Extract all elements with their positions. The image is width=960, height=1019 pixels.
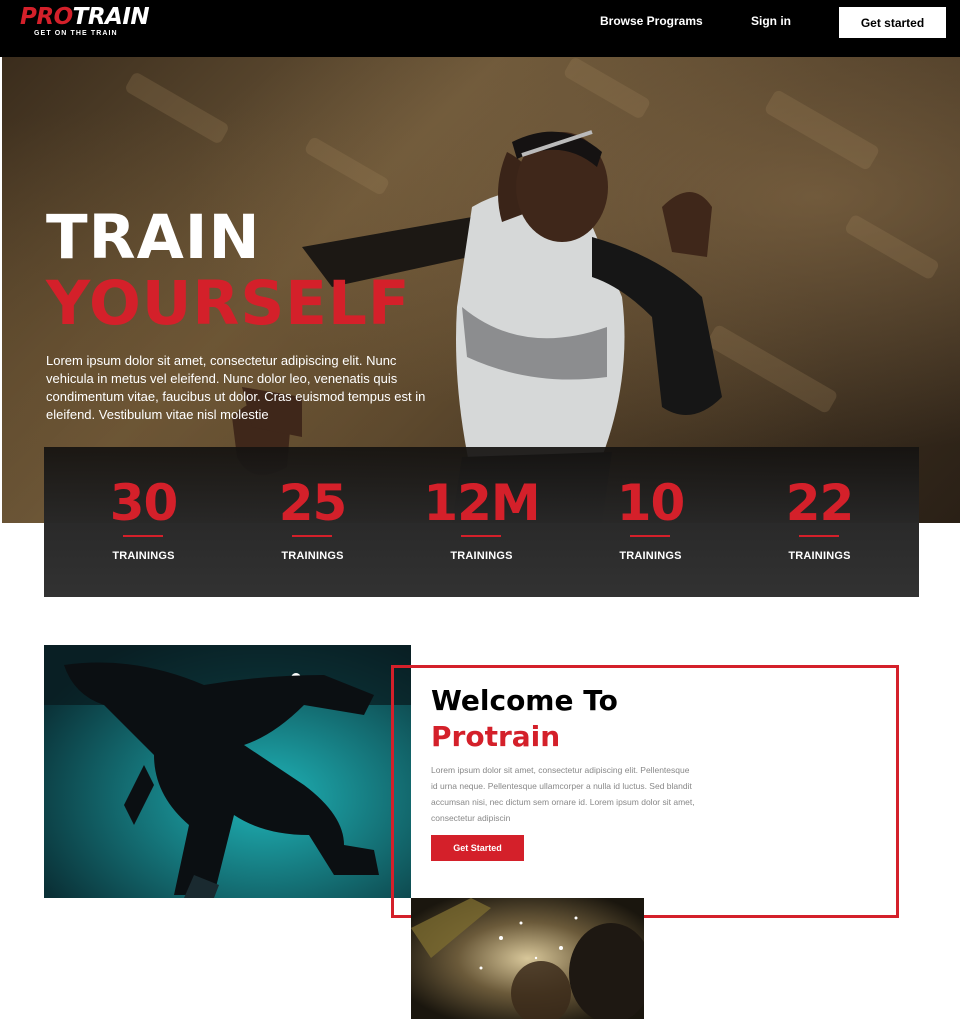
hero-title-yourself: YOURSELF: [46, 268, 411, 339]
stat-divider: [461, 535, 501, 537]
sign-in-link[interactable]: Sign in: [751, 14, 791, 30]
stat-label: TRAININGS: [450, 550, 513, 562]
stat-value: 12M: [423, 474, 540, 532]
browse-programs-link[interactable]: Browse Programs: [600, 14, 703, 30]
hero-title-train: TRAIN: [46, 202, 261, 273]
stat-item: 25 TRAININGS: [225, 447, 400, 597]
stat-item: 12M TRAININGS: [394, 447, 569, 597]
get-started-button[interactable]: Get started: [839, 7, 946, 38]
sprinter-photo: [44, 645, 411, 898]
logo-wordmark-train: TRAIN: [72, 4, 150, 30]
splash-photo: [411, 898, 644, 1019]
stat-item: 22 TRAININGS: [732, 447, 907, 597]
stat-value: 25: [278, 474, 348, 532]
logo-wordmark-pro: PRO: [20, 4, 73, 30]
welcome-get-started-button[interactable]: Get Started: [431, 835, 524, 861]
welcome-description: Lorem ipsum dolor sit amet, consectetur …: [431, 765, 695, 823]
stat-divider: [799, 535, 839, 537]
stat-divider: [292, 535, 332, 537]
sprinter-illustration: [44, 645, 411, 898]
welcome-brand-title: Protrain: [431, 720, 561, 753]
stat-label: TRAININGS: [112, 550, 175, 562]
logo-wordmark: PROTRAIN: [20, 3, 150, 31]
splash-illustration: [411, 898, 644, 1019]
stat-value: 30: [109, 474, 179, 532]
stats-bar: 30 TRAININGS 25 TRAININGS 12M TRAININGS …: [44, 447, 919, 597]
welcome-title: Welcome To: [431, 684, 618, 717]
stat-value: 22: [785, 474, 855, 532]
stat-divider: [630, 535, 670, 537]
logo-tagline: GET ON THE TRAIN: [34, 30, 118, 37]
stat-divider: [123, 535, 163, 537]
top-navigation: PROTRAIN GET ON THE TRAIN Browse Program…: [0, 0, 960, 57]
stat-item: 10 TRAININGS: [563, 447, 738, 597]
stat-label: TRAININGS: [788, 550, 851, 562]
hero-description: Lorem ipsum dolor sit amet, consectetur …: [46, 353, 426, 422]
stat-item: 30 TRAININGS: [56, 447, 231, 597]
stat-label: TRAININGS: [281, 550, 344, 562]
stat-value: 10: [616, 474, 686, 532]
protrain-logo[interactable]: PROTRAIN GET ON THE TRAIN: [20, 3, 150, 39]
stat-label: TRAININGS: [619, 550, 682, 562]
